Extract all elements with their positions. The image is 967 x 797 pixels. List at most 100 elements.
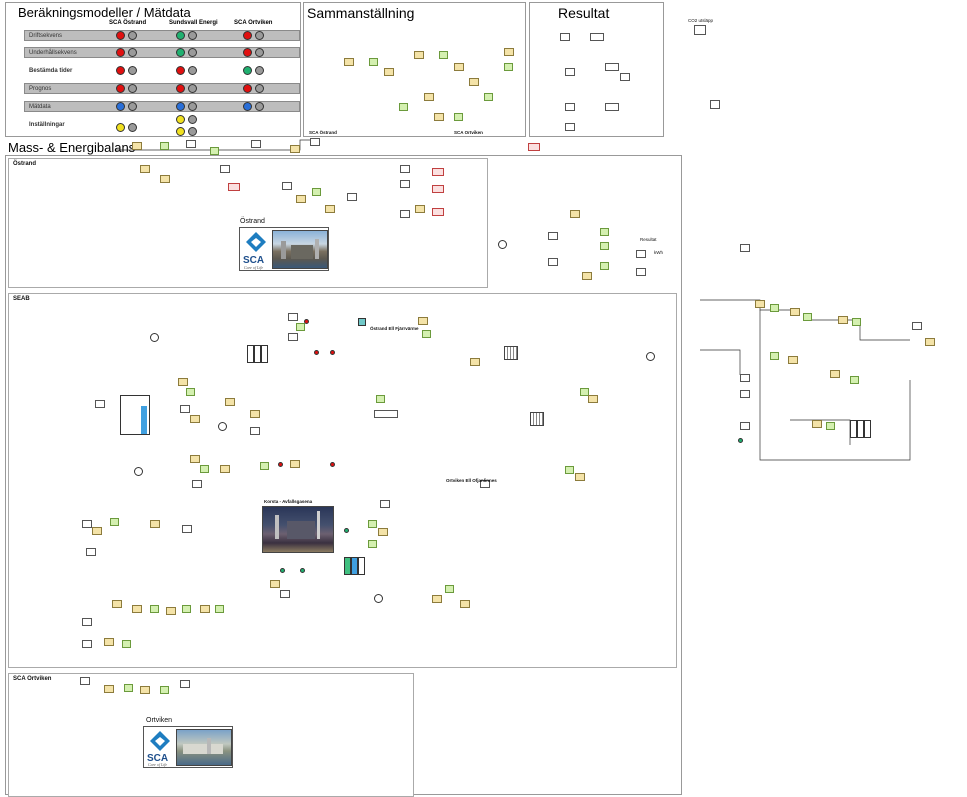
lamp-sundsvall-drift[interactable] (176, 31, 185, 40)
lamp-ortviken-best-alt[interactable] (255, 66, 264, 75)
row-label: Bestämda tider (29, 68, 73, 74)
lamp-ostrand-mat-alt[interactable] (128, 102, 137, 111)
proc-block (160, 686, 169, 694)
summary-block-4 (414, 51, 424, 59)
lamp-ortviken-mat[interactable] (243, 102, 252, 111)
lamp-ostrand-prog[interactable] (116, 84, 125, 93)
ortviken-el-label: Ortviken Ell Ofjanlinnes (446, 478, 497, 483)
lamp-sundsvall-inst2[interactable] (176, 127, 185, 136)
proc-block (575, 473, 585, 481)
proc-block (445, 585, 454, 593)
status-dot (344, 528, 349, 533)
proc-block (347, 193, 357, 201)
lamp-ortviken-drift[interactable] (243, 31, 252, 40)
proc-block (280, 590, 290, 598)
lamp-ortviken-prog-alt[interactable] (255, 84, 264, 93)
lamp-ostrand-mat[interactable] (116, 102, 125, 111)
lamp-sundsvall-inst[interactable] (176, 115, 185, 124)
summary-block-3 (384, 68, 394, 76)
proc-block (215, 605, 224, 613)
energy-unit-label: kWh (654, 250, 663, 255)
proc-block (418, 317, 428, 325)
lamp-ostrand-uh[interactable] (116, 48, 125, 57)
lamp-ortviken-prog[interactable] (243, 84, 252, 93)
lamp-ostrand-prog-alt[interactable] (128, 84, 137, 93)
result-block-7 (565, 123, 575, 131)
proc-block (110, 518, 119, 526)
result-block-6 (565, 103, 575, 111)
lamp-sundsvall-uh[interactable] (176, 48, 185, 57)
proc-block (312, 188, 321, 196)
proc-block (150, 605, 159, 613)
summary-sca-ortviken: SCA Ortviken (454, 130, 483, 135)
lamp-sundsvall-best-alt[interactable] (188, 66, 197, 75)
summary-block-10 (434, 113, 444, 121)
col-header-ortviken: SCA Ortviken (234, 20, 273, 26)
lamp-sundsvall-drift-alt[interactable] (188, 31, 197, 40)
proc-block (600, 228, 609, 236)
summary-alarm-block (528, 143, 540, 151)
lamp-ortviken-uh[interactable] (243, 48, 252, 57)
lamp-ostrand-best[interactable] (116, 66, 125, 75)
proc-block (565, 466, 574, 474)
proc-block (770, 304, 779, 312)
lamp-ortviken-uh-alt[interactable] (255, 48, 264, 57)
proc-block (290, 460, 300, 468)
row-label: Inställningar (29, 122, 65, 128)
status-dot (280, 568, 285, 573)
lamp-sundsvall-uh-alt[interactable] (188, 48, 197, 57)
lamp-ostrand-uh-alt[interactable] (128, 48, 137, 57)
proc-block (378, 528, 388, 536)
proc-block (460, 600, 470, 608)
lamp-ostrand-inst[interactable] (116, 123, 125, 132)
alarm-block (432, 208, 444, 216)
lamp-sundsvall-mat[interactable] (176, 102, 185, 111)
ortviken-section-title: SCA Ortviken (13, 676, 52, 682)
proc-block (600, 242, 609, 250)
proc-block (548, 232, 558, 240)
row-label: Underhållsekvens (29, 50, 77, 56)
lamp-sundsvall-inst2-alt[interactable] (188, 127, 197, 136)
result-block-4 (605, 63, 619, 71)
proc-block (470, 358, 480, 366)
lamp-ortviken-drift-alt[interactable] (255, 31, 264, 40)
proc-block (190, 455, 200, 463)
proc-block (310, 138, 320, 146)
proc-block (160, 142, 169, 150)
proc-block (790, 308, 800, 316)
lamp-ortviken-best[interactable] (243, 66, 252, 75)
seab-section-title: SEAB (13, 296, 30, 302)
proc-block (588, 395, 598, 403)
result-panel: Resultat (529, 2, 664, 137)
proc-block (636, 268, 646, 276)
proc-block (432, 595, 442, 603)
ortviken-plant-label: Ortviken (146, 717, 173, 724)
proc-block (296, 323, 305, 331)
lamp-sundsvall-prog-alt[interactable] (188, 84, 197, 93)
proc-block (92, 527, 102, 535)
building-icon-2 (530, 412, 544, 426)
result-sample-label: Resultat (640, 237, 657, 242)
lamp-sundsvall-mat-alt[interactable] (188, 102, 197, 111)
proc-block (180, 680, 190, 688)
lamp-ostrand-drift[interactable] (116, 31, 125, 40)
lamp-sundsvall-inst-alt[interactable] (188, 115, 197, 124)
lamp-sundsvall-prog[interactable] (176, 84, 185, 93)
lamp-ostrand-drift-alt[interactable] (128, 31, 137, 40)
lamp-ostrand-best-alt[interactable] (128, 66, 137, 75)
proc-block (225, 398, 235, 406)
proc-block (600, 262, 609, 270)
proc-block (812, 420, 822, 428)
pump-icon (646, 352, 655, 361)
lamp-ostrand-inst-alt[interactable] (128, 123, 137, 132)
lamp-sundsvall-best[interactable] (176, 66, 185, 75)
proc-block (104, 638, 114, 646)
storage-tank (120, 395, 150, 435)
lamp-ortviken-mat-alt[interactable] (255, 102, 264, 111)
result-block-5 (620, 73, 630, 81)
pump-icon (498, 240, 507, 249)
result-title: Resultat (558, 5, 610, 21)
alarm-block (432, 185, 444, 193)
proc-block (838, 316, 848, 324)
proc-block (180, 405, 190, 413)
